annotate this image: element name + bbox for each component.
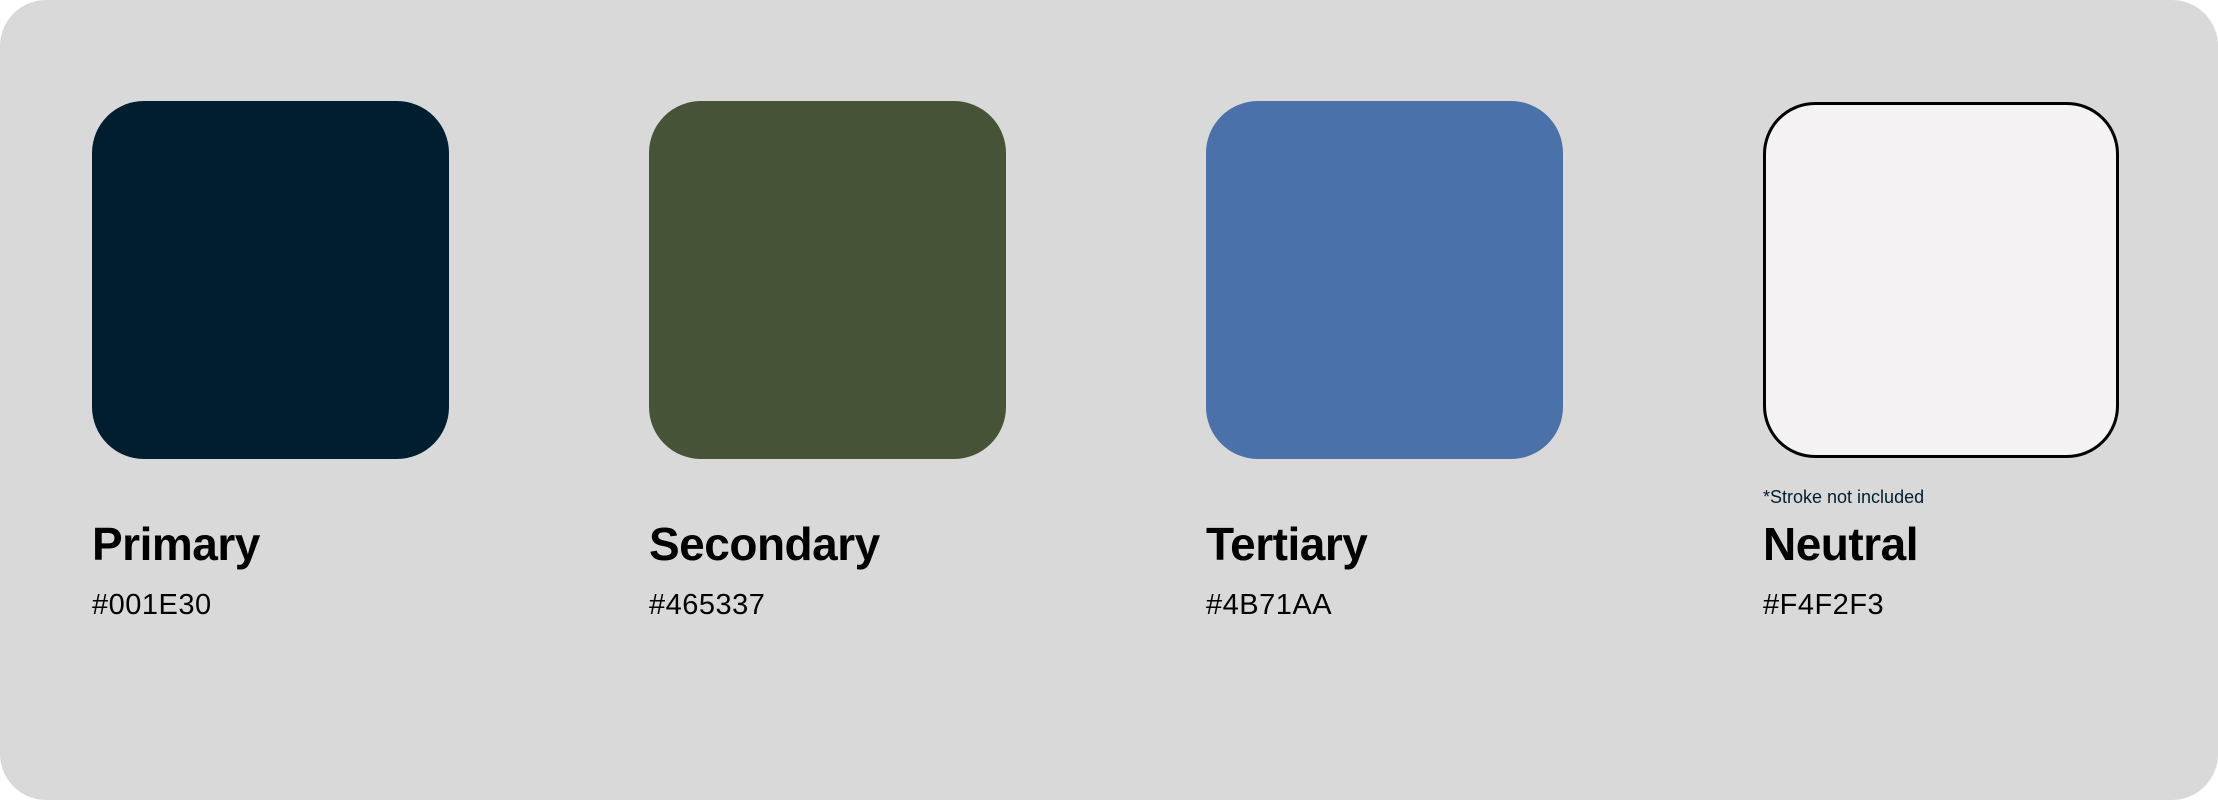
color-swatch-neutral (1763, 102, 2119, 458)
swatch-hex-code: #F4F2F3 (1763, 589, 1885, 621)
swatch-name: Tertiary (1206, 518, 1368, 570)
swatch-name: Primary (92, 518, 260, 570)
swatch-card-tertiary: Tertiary #4B71AA (1206, 0, 1566, 800)
swatch-name: Neutral (1763, 518, 1918, 570)
stroke-note: *Stroke not included (1763, 487, 1925, 507)
color-palette-panel: Primary #001E30 Secondary #465337 Tertia… (0, 0, 2218, 800)
swatch-card-neutral: *Stroke not included Neutral #F4F2F3 (1763, 0, 2123, 800)
swatch-hex-code: #001E30 (92, 589, 212, 621)
swatch-name: Secondary (649, 518, 880, 570)
color-swatch-secondary (649, 101, 1006, 459)
color-swatch-tertiary (1206, 101, 1563, 459)
swatch-hex-code: #4B71AA (1206, 589, 1333, 621)
swatch-card-primary: Primary #001E30 (92, 0, 452, 800)
swatch-hex-code: #465337 (649, 589, 766, 621)
color-swatch-primary (92, 101, 449, 459)
swatch-card-secondary: Secondary #465337 (649, 0, 1009, 800)
